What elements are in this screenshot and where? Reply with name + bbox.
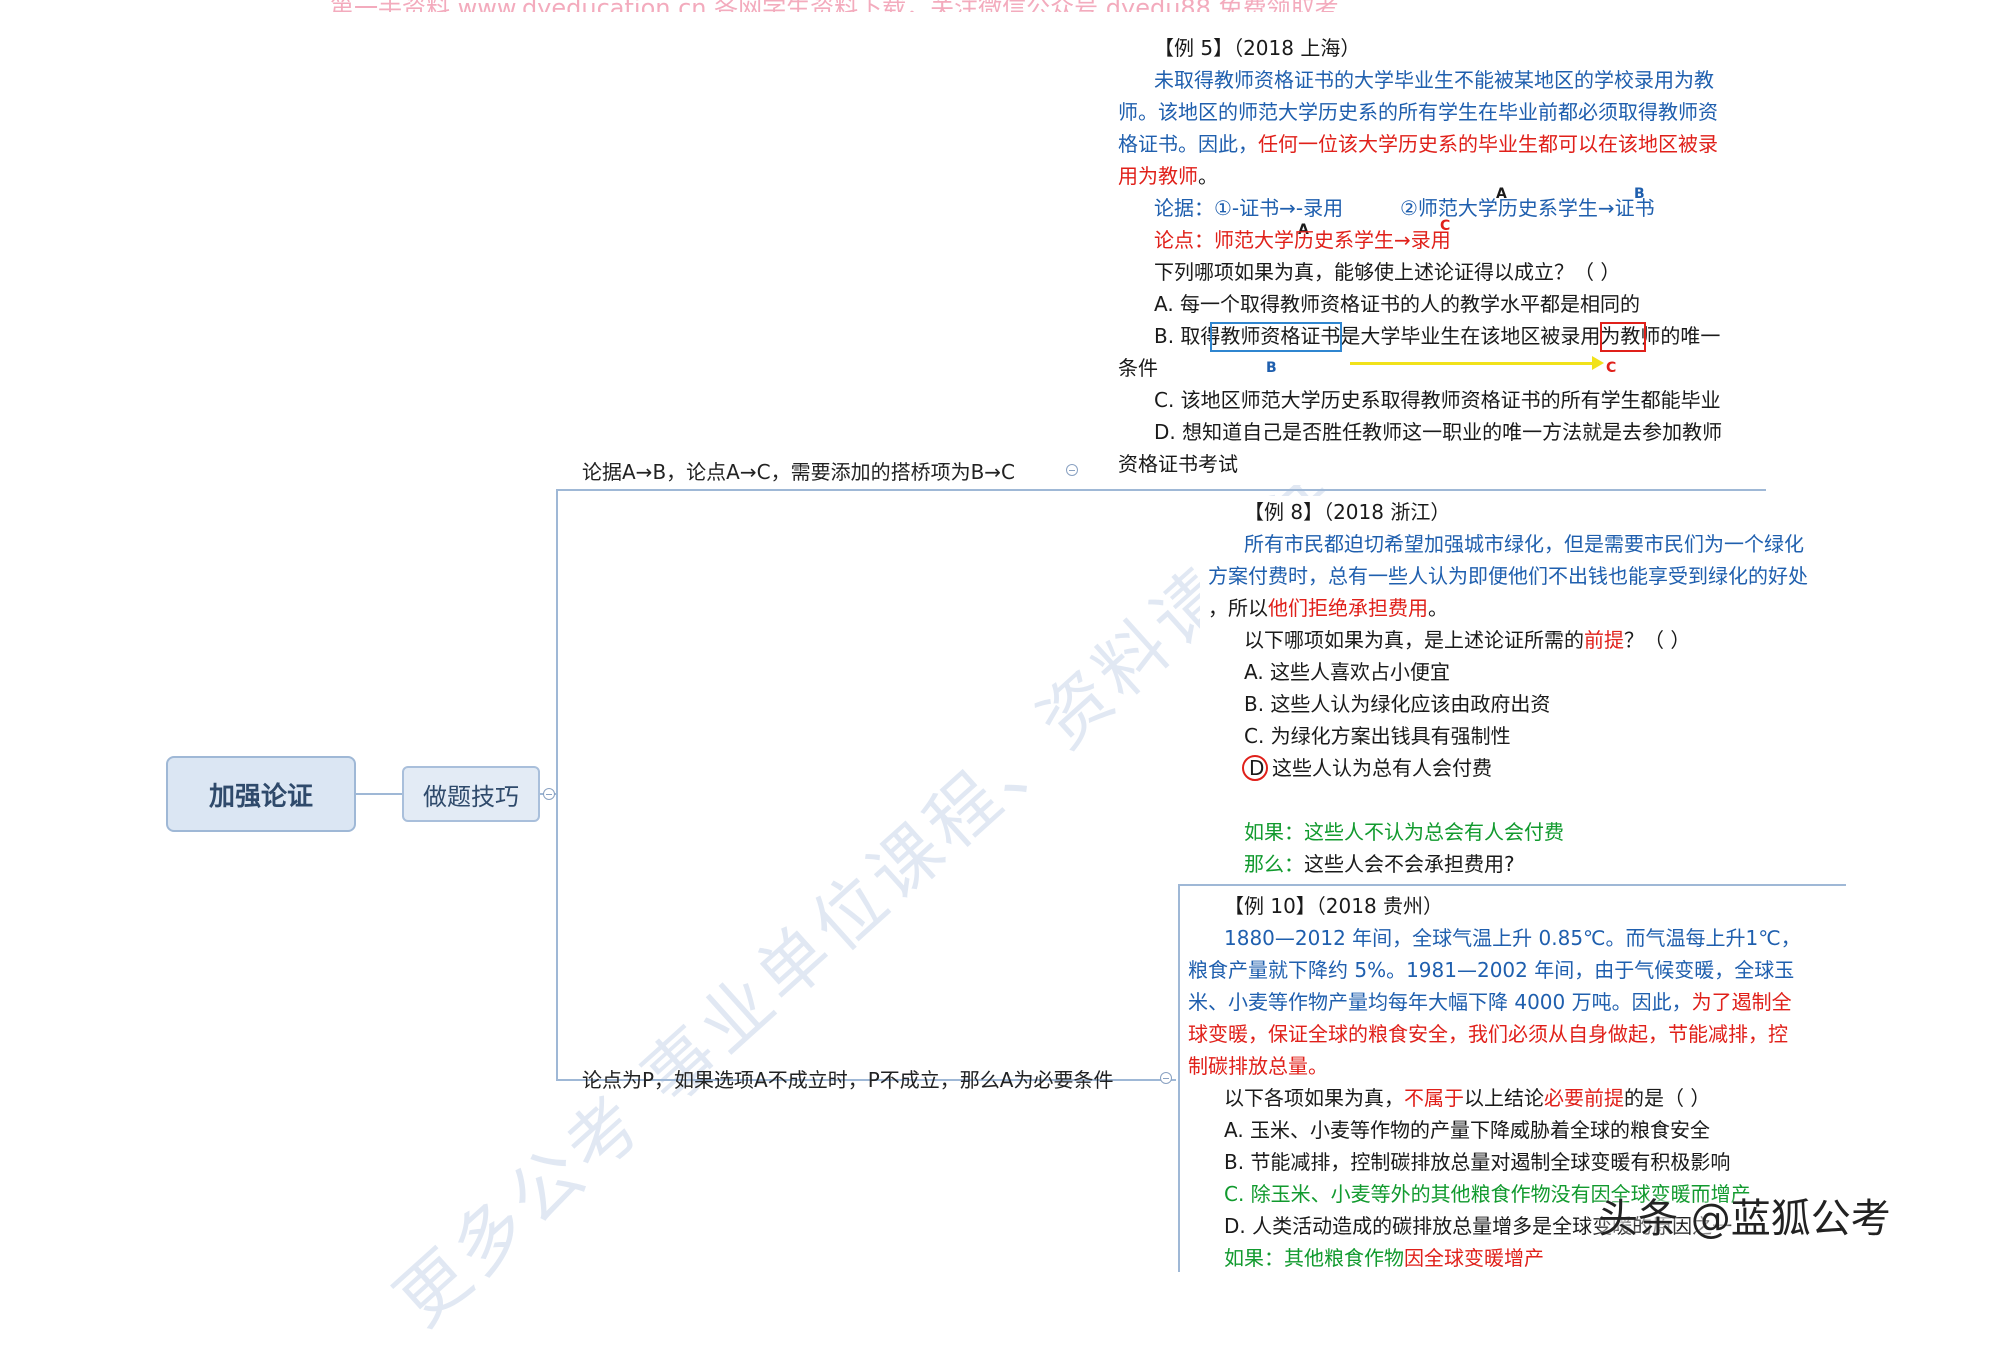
conclusion-text: 为了遏制全 (1691, 990, 1792, 1014)
mark-c: C (1606, 360, 1617, 376)
premise-line: 未取得教师资格证书的大学毕业生不能被某地区的学校录用为教 (1154, 68, 1714, 92)
question-text: 的是（ ） (1624, 1086, 1711, 1110)
connector-panel3-h (1178, 884, 1846, 886)
premise-text: ，所以 (1208, 596, 1268, 620)
highlight-box-hired (1600, 322, 1646, 352)
branch-label-bridge[interactable]: 论据A→B，论点A→C，需要添加的搭桥项为B→C (582, 456, 1015, 485)
yellow-arrow (1350, 356, 1604, 370)
option-c: C. 为绿化方案出钱具有强制性 (1244, 724, 1511, 748)
then-text: 这些人会不会承担费用? (1304, 852, 1515, 876)
option-a: A. 每一个取得教师资格证书的人的教学水平都是相同的 (1154, 292, 1641, 316)
premise-text: 米、小麦等作物产量均每年大幅下降 4000 万吨。因此， (1188, 990, 1692, 1014)
option-a: A. 玉米、小麦等作物的产量下降威胁着全球的粮食安全 (1224, 1118, 1711, 1142)
top-watermark-banner: 第一手资料 www.dyeducation.cn 各网学生资料下载，关注微信公众… (330, 0, 1730, 12)
option-b: B. 节能减排，控制碳排放总量对遏制全球变暖有积极影响 (1224, 1150, 1731, 1174)
mark-b: B (1634, 186, 1645, 202)
question-keyword: 不属于 (1404, 1086, 1464, 1110)
argument-line-2: ②师范大学历史系学生→证书 (1400, 196, 1655, 220)
option-d-cont: 资格证书考试 (1118, 452, 1238, 476)
then-label: 那么： (1244, 852, 1304, 876)
mark-b: B (1266, 360, 1277, 376)
premise-line: 师。该地区的师范大学历史系的所有学生在毕业前都必须取得教师资 (1118, 100, 1718, 124)
mindmap-root-node[interactable]: 加强论证 (166, 756, 356, 832)
branch-label-necessary[interactable]: 论点为P，如果选项A不成立时，P不成立，那么A为必要条件 (582, 1064, 1113, 1093)
connector-root-sub (356, 793, 402, 795)
option-b-cont: 条件 (1118, 356, 1158, 380)
conclusion-text: 他们拒绝承担费用 (1268, 596, 1428, 620)
if-line: 如果：这些人不认为总会有人会付费 (1244, 820, 1564, 844)
conclusion-line: 用为教师。 (1118, 160, 1218, 192)
option-c: C. 该地区师范大学历史系取得教师资格证书的所有学生都能毕业 (1154, 388, 1721, 412)
option-d: D. 想知道自己是否胜任教师这一职业的唯一方法就是去参加教师 (1154, 420, 1723, 444)
example-title: 【例 10】（2018 贵州） (1224, 894, 1444, 918)
conclusion-text: 任何一位该大学历史系的毕业生都可以在该地区被录 (1258, 132, 1718, 156)
conclusion-line: ，所以他们拒绝承担费用。 (1208, 592, 1448, 624)
example-8-panel: 【例 8】（2018 浙江） 所有市民都迫切希望加强城市绿化，但是需要市民们为一… (1200, 496, 1840, 882)
premise-line: 方案付费时，总有一些人认为即便他们不出钱也能享受到绿化的好处 (1208, 564, 1808, 588)
question-text: ？（ ） (1624, 628, 1691, 652)
option-b: B. 这些人认为绿化应该由政府出资 (1244, 692, 1551, 716)
argument-line: 论据：①-证书→-录用 (1154, 196, 1344, 220)
collapse-toggle-icon[interactable] (1160, 1072, 1172, 1084)
punct: 。 (1428, 596, 1448, 620)
question-line: 下列哪项如果为真，能够使上述论证得以成立？（ ） (1154, 260, 1621, 284)
collapse-toggle-icon[interactable] (543, 788, 555, 800)
if-label: 如果：其他粮食作物 (1224, 1246, 1404, 1270)
collapse-toggle-icon[interactable] (1066, 464, 1078, 476)
question-text: 以上结论 (1464, 1086, 1544, 1110)
punct: 。 (1198, 164, 1218, 188)
conclusion-text: 用为教师 (1118, 164, 1198, 188)
mark-a: A (1496, 186, 1507, 202)
connector-trunk (556, 490, 558, 1080)
question-line: 以下各项如果为真，不属于以上结论必要前提的是（ ） (1224, 1082, 1710, 1114)
conclusion-statement: 论点：师范大学历史系学生→录用 (1154, 228, 1451, 252)
question-line: 以下哪项如果为真，是上述论证所需的前提？（ ） (1244, 624, 1690, 656)
conclusion-line: 制碳排放总量。 (1188, 1054, 1328, 1078)
example-title: 【例 5】（2018 上海） (1154, 36, 1361, 60)
connector-branch-top (556, 489, 1766, 491)
premise-line: 1880—2012 年间，全球气温上升 0.85℃。而气温每上升1℃， (1224, 926, 1801, 950)
premise-line: 格证书。因此，任何一位该大学历史系的毕业生都可以在该地区被录 (1118, 128, 1718, 160)
example-title: 【例 8】（2018 浙江） (1244, 500, 1451, 524)
premise-line: 粮食产量就下降约 5%。1981—2002 年间，由于气候变暖，全球玉 (1188, 958, 1795, 982)
example-5-panel: 【例 5】（2018 上海） 未取得教师资格证书的大学毕业生不能被某地区的学校录… (1110, 30, 1750, 485)
mindmap-sub-node[interactable]: 做题技巧 (402, 766, 540, 822)
question-keyword: 前提 (1584, 628, 1624, 652)
highlight-box-certificate (1210, 322, 1342, 352)
if-keyword: 因全球变暖增产 (1404, 1246, 1544, 1270)
question-text: 以下各项如果为真， (1224, 1086, 1404, 1110)
question-keyword: 必要前提 (1544, 1086, 1624, 1110)
premise-text: 格证书。因此， (1118, 132, 1258, 156)
if-line: 如果：其他粮食作物因全球变暖增产 (1224, 1242, 1544, 1274)
brand-watermark: 头条 @蓝狐公考 (1598, 1196, 1891, 1242)
question-text: 以下哪项如果为真，是上述论证所需的 (1244, 628, 1584, 652)
option-a: A. 这些人喜欢占小便宜 (1244, 660, 1451, 684)
option-d: 这些人认为总有人会付费 (1272, 756, 1492, 780)
premise-line: 所有市民都迫切希望加强城市绿化，但是需要市民们为一个绿化 (1244, 532, 1804, 556)
then-line: 那么：这些人会不会承担费用? (1244, 848, 1515, 880)
conclusion-line: 球变暖，保证全球的粮食安全，我们必须从自身做起，节能减排，控 (1188, 1022, 1788, 1046)
premise-line: 米、小麦等作物产量均每年大幅下降 4000 万吨。因此，为了遏制全 (1188, 986, 1792, 1018)
option-d-letter: D (1249, 756, 1265, 780)
